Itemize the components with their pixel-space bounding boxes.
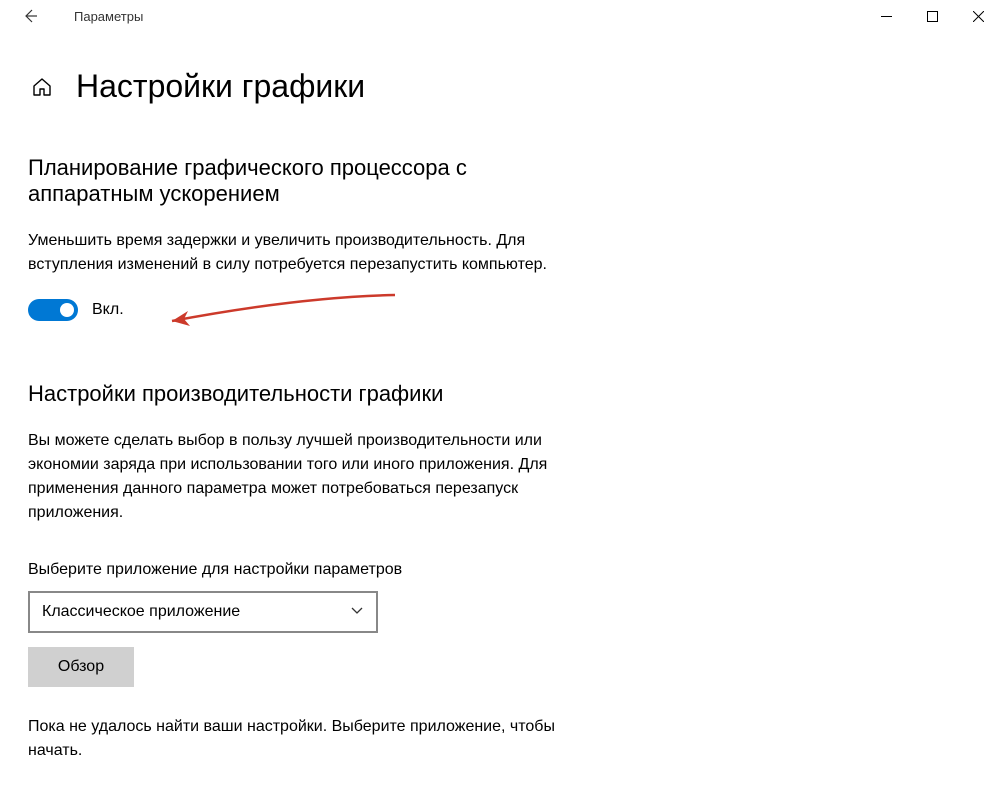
app-type-dropdown[interactable]: Классическое приложение bbox=[28, 591, 378, 633]
toggle-knob bbox=[60, 303, 74, 317]
maximize-button[interactable] bbox=[909, 0, 955, 32]
arrow-annotation-icon bbox=[160, 293, 400, 333]
gpu-scheduling-heading: Планирование графического процессора с а… bbox=[28, 155, 588, 207]
gpu-scheduling-toggle[interactable] bbox=[28, 299, 78, 321]
home-icon bbox=[31, 76, 53, 98]
performance-settings-heading: Настройки производительности графики bbox=[28, 381, 973, 407]
app-select-label: Выберите приложение для настройки параме… bbox=[28, 561, 973, 579]
toggle-label: Вкл. bbox=[92, 301, 124, 319]
window-title: Параметры bbox=[74, 9, 143, 24]
browse-button-label: Обзор bbox=[58, 658, 104, 676]
minimize-icon bbox=[881, 11, 892, 22]
browse-button[interactable]: Обзор bbox=[28, 647, 134, 687]
toggle-row: Вкл. bbox=[28, 299, 973, 321]
performance-settings-description: Вы можете сделать выбор в пользу лучшей … bbox=[28, 429, 588, 525]
window-controls bbox=[863, 0, 1001, 32]
maximize-icon bbox=[927, 11, 938, 22]
titlebar: Параметры bbox=[0, 0, 1001, 32]
empty-state-text: Пока не удалось найти ваши настройки. Вы… bbox=[28, 715, 588, 763]
content-area: Настройки графики Планирование графическ… bbox=[0, 68, 1001, 763]
back-button[interactable] bbox=[18, 4, 42, 28]
header-row: Настройки графики bbox=[28, 68, 973, 105]
page-title: Настройки графики bbox=[76, 68, 365, 105]
home-button[interactable] bbox=[28, 76, 56, 98]
arrow-left-icon bbox=[22, 8, 38, 24]
close-icon bbox=[973, 11, 984, 22]
chevron-down-icon bbox=[350, 603, 364, 622]
minimize-button[interactable] bbox=[863, 0, 909, 32]
gpu-scheduling-description: Уменьшить время задержки и увеличить про… bbox=[28, 229, 588, 277]
close-button[interactable] bbox=[955, 0, 1001, 32]
dropdown-value: Классическое приложение bbox=[42, 603, 240, 621]
